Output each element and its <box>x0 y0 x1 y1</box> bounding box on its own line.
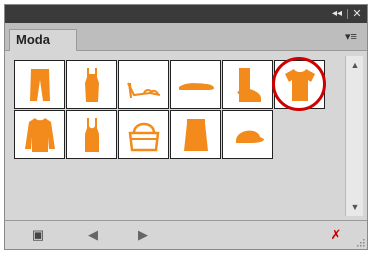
scroll-down-arrow-icon[interactable]: ▼ <box>346 200 364 214</box>
shape-grid-area <box>10 56 345 216</box>
handbag-icon <box>128 122 159 151</box>
shape-handbag[interactable] <box>118 110 169 159</box>
sweater-icon <box>24 117 55 152</box>
delete-shape-icon[interactable]: ✗ <box>327 227 345 243</box>
cap-icon <box>235 130 264 143</box>
tab-moda[interactable]: Moda <box>9 29 77 51</box>
skirt-icon <box>183 118 208 151</box>
flat-shoe-icon <box>178 82 214 90</box>
high-heel-sandal-icon <box>126 82 160 98</box>
boot-icon <box>237 67 261 102</box>
shape-sweater[interactable] <box>14 110 65 159</box>
custom-shape-panel: ◂◂ ✕ Moda ▾≡ ▲ ▼ ▣ ◀ ▶ ✗ <box>4 4 368 250</box>
tank-dress-icon <box>84 67 99 102</box>
previous-icon[interactable]: ◀ <box>85 227 101 243</box>
next-icon[interactable]: ▶ <box>135 227 151 243</box>
shape-high-heel-sandal[interactable] <box>118 60 169 109</box>
panel-menu-icon[interactable]: ▾≡ <box>345 31 361 43</box>
shape-flat-shoe[interactable] <box>170 60 221 109</box>
pants-icon <box>29 68 50 101</box>
shape-t-shirt[interactable] <box>274 60 325 109</box>
tank-top-icon <box>84 117 99 152</box>
tab-row: Moda ▾≡ <box>5 23 367 51</box>
titlebar-divider <box>347 9 348 19</box>
resize-grip-icon[interactable] <box>355 237 365 247</box>
t-shirt-icon <box>284 68 315 101</box>
panel-titlebar: ◂◂ ✕ <box>5 5 367 23</box>
panel-bottom-toolbar: ▣ ◀ ▶ ✗ <box>5 220 367 249</box>
library-menu-icon[interactable]: ▣ <box>27 227 49 243</box>
double-chevron-left-icon[interactable]: ◂◂ <box>329 8 345 20</box>
vertical-scrollbar[interactable]: ▲ ▼ <box>345 56 363 216</box>
shape-tank-dress[interactable] <box>66 60 117 109</box>
shape-boot[interactable] <box>222 60 273 109</box>
shape-pants[interactable] <box>14 60 65 109</box>
scroll-up-arrow-icon[interactable]: ▲ <box>346 58 364 72</box>
shape-tank-top[interactable] <box>66 110 117 159</box>
shape-skirt[interactable] <box>170 110 221 159</box>
close-icon[interactable]: ✕ <box>351 8 363 20</box>
shape-cap[interactable] <box>222 110 273 159</box>
